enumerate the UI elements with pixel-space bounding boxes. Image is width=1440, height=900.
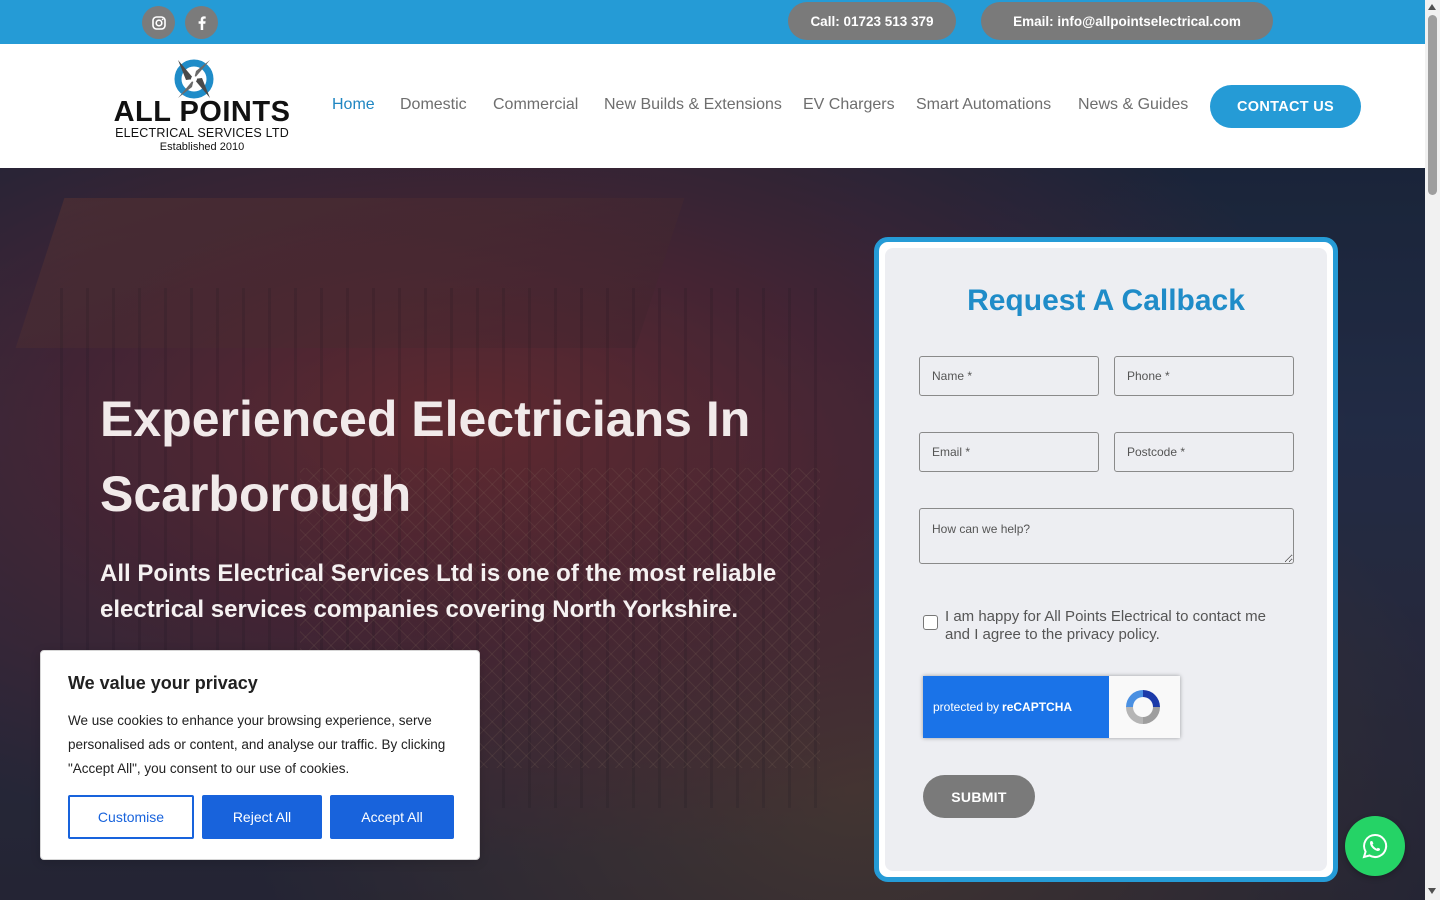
phone-field[interactable] [1114, 356, 1294, 396]
instagram-link[interactable] [142, 6, 175, 39]
nav-news-guides[interactable]: News & Guides [1078, 96, 1188, 114]
instagram-icon [151, 15, 166, 30]
cookie-title: We value your privacy [68, 673, 258, 693]
facebook-link[interactable] [185, 6, 218, 39]
form-title: Request A Callback [967, 284, 1245, 317]
message-field[interactable] [919, 508, 1294, 564]
name-field[interactable] [919, 356, 1099, 396]
submit-button[interactable]: SUBMIT [923, 775, 1035, 818]
email-field[interactable] [919, 432, 1099, 472]
nav-smart-automations[interactable]: Smart Automations [916, 96, 1051, 114]
site-header: ALL POINTS ELECTRICAL SERVICES LTD Estab… [0, 44, 1425, 168]
nav-domestic[interactable]: Domestic [400, 96, 467, 114]
logo-subtitle: ELECTRICAL SERVICES LTD [115, 126, 289, 140]
cookie-consent-banner: We value your privacy We use cookies to … [40, 650, 480, 860]
top-bar: Call: 01723 513 379 Email: info@allpoint… [0, 0, 1425, 44]
recaptcha-label: protected by reCAPTCHA [923, 676, 1109, 738]
customise-button[interactable]: Customise [68, 795, 194, 839]
scroll-up-arrow-icon[interactable] [1428, 4, 1436, 10]
call-button[interactable]: Call: 01723 513 379 [788, 2, 956, 40]
nav-ev-chargers[interactable]: EV Chargers [803, 96, 895, 114]
nav-commercial[interactable]: Commercial [493, 96, 578, 114]
recaptcha-badge[interactable]: protected by reCAPTCHA [923, 676, 1180, 738]
recaptcha-icon [1126, 690, 1160, 724]
page-scrollbar[interactable] [1425, 0, 1440, 900]
hero-subtitle: All Points Electrical Services Ltd is on… [100, 560, 777, 623]
cookie-description: We use cookies to enhance your browsing … [68, 713, 446, 776]
scrollbar-thumb[interactable] [1428, 15, 1437, 195]
logo-established: Established 2010 [159, 141, 245, 153]
whatsapp-button[interactable] [1345, 816, 1405, 876]
hero-title: Experienced Electricians In Scarborough [100, 391, 751, 522]
recaptcha-prefix: protected by [933, 700, 1000, 714]
nav-home[interactable]: Home [332, 96, 375, 114]
logo-title: ALL POINTS [113, 96, 291, 128]
site-logo[interactable]: ALL POINTS ELECTRICAL SERVICES LTD Estab… [112, 52, 292, 156]
email-button[interactable]: Email: info@allpointselectrical.com [981, 2, 1273, 40]
whatsapp-icon [1362, 833, 1388, 859]
consent-checkbox[interactable] [923, 615, 938, 630]
callback-form: Request A Callback I am happy for All Po… [885, 248, 1327, 871]
postcode-field[interactable] [1114, 432, 1294, 472]
consent-label: I am happy for All Points Electrical to … [945, 608, 1266, 643]
reject-all-button[interactable]: Reject All [202, 795, 322, 839]
contact-us-button[interactable]: CONTACT US [1210, 85, 1361, 128]
scroll-down-arrow-icon[interactable] [1428, 888, 1436, 894]
accept-all-button[interactable]: Accept All [330, 795, 454, 839]
facebook-icon [198, 15, 206, 30]
nav-new-builds[interactable]: New Builds & Extensions [604, 96, 782, 114]
callback-form-card: Request A Callback I am happy for All Po… [874, 237, 1338, 882]
recaptcha-brand: reCAPTCHA [1002, 700, 1073, 714]
